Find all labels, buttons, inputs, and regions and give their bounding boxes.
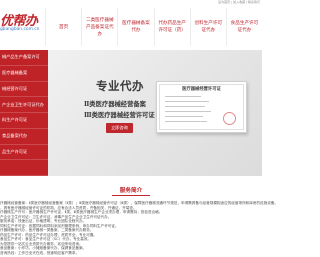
sidebar-item[interactable] bbox=[0, 160, 48, 176]
site-logo[interactable]: 优帮办 gbangban.com.cn bbox=[0, 10, 42, 40]
intro-line: 产企业卫生许可证：卫生许可证，消毒产品生产企业卫生许可证代办。 bbox=[0, 214, 112, 219]
certificate-line bbox=[165, 101, 209, 102]
hero-banner: 械产品生产备案许可 医疗器械备案 械经营许可证 产企业卫生许可证代办 料生产许可… bbox=[0, 50, 262, 176]
sidebar-item[interactable]: 产企业卫生许可证代办 bbox=[0, 97, 48, 113]
nav-item-drug-production-license[interactable]: 代办药品生产 许可证（药） bbox=[153, 8, 190, 46]
top-bar: 设为首页 | 加入收藏 | 联系我们 bbox=[0, 0, 262, 6]
certificate-line bbox=[165, 96, 201, 97]
intro-line: ，具有医疗器械经营许可证的机构，应有合法人员资质，齐备相关，开通证，开端查。 bbox=[0, 205, 137, 210]
nav-item-home[interactable]: 首页 bbox=[45, 8, 81, 46]
seal-icon bbox=[223, 112, 236, 125]
nav-item-class2-device-filing[interactable]: 二类医疗器械 产品备案证代 办 bbox=[81, 8, 117, 46]
top-links[interactable]: 设为首页 | 加入收藏 | 联系我们 bbox=[218, 0, 260, 4]
intro-line: 药品生产许可：药品生产许可证办理，资质齐全，专业可靠。 bbox=[0, 232, 98, 237]
license-certificate-image: 医疗器械经营许可证 bbox=[156, 81, 247, 133]
intro-line: 食品备案：小作坊、小摊贩备案代办，保健食品备案。 bbox=[0, 246, 87, 250]
intro-line: 食品生产许可：食品生产许可证（SC）代办，专业高效。 bbox=[0, 237, 92, 241]
intro-line: 服务承诺：快速出证，价格透明，专业团队全程代办。 bbox=[0, 219, 87, 223]
nav-item-device-filing[interactable]: 医疗器械备案 代办 bbox=[117, 8, 153, 46]
sidebar-item[interactable]: 械产品生产备案许可 bbox=[0, 50, 48, 66]
certificate-line bbox=[165, 121, 207, 122]
intro-line: 为您提供一站式企业资质代办服务，欢迎来电咨询。 bbox=[0, 241, 83, 246]
intro-line: 疗器械经营备案：Ⅱ类医疗器械经营备案（Ⅱ类）；Ⅲ类医疗器械经营许可证（Ⅲ类），保… bbox=[0, 201, 279, 205]
hero-title: 专业代办 bbox=[96, 79, 144, 93]
intro-line: 疗器械备案代办，医疗器械一类备案、二类备案代办服务。 bbox=[0, 228, 94, 232]
certificate-line bbox=[165, 116, 203, 117]
main-nav: 首页 二类医疗器械 产品备案证代 办 医疗器械备案 代办 代办药品生产 许可证（… bbox=[45, 8, 262, 46]
sidebar-item[interactable]: 械经营许可证 bbox=[0, 82, 48, 98]
consult-button[interactable]: 立即咨询 bbox=[106, 123, 133, 133]
sidebar-item[interactable]: 料生产许可证 bbox=[0, 113, 48, 129]
hero-subtitle-1: Ⅱ类医疗器械经营备案 bbox=[84, 101, 146, 108]
sidebar-item[interactable]: 医疗器械备案 bbox=[0, 66, 48, 82]
sidebar-item[interactable]: 食品备案代办 bbox=[0, 129, 48, 145]
sidebar-menu: 械产品生产备案许可 医疗器械备案 械经营许可证 产企业卫生许可证代办 料生产许可… bbox=[0, 50, 48, 176]
nav-item-feed-production-license[interactable]: 创料生产许可 证代办 bbox=[189, 8, 226, 46]
certificate-title: 医疗器械经营许可证 bbox=[182, 87, 221, 92]
certificate-line bbox=[165, 106, 205, 107]
section-title: 服务简介 bbox=[119, 188, 143, 194]
certificate-line bbox=[165, 111, 211, 112]
intro-line: 疗器械生产许可：医疗器械生产许可证，Ⅱ类、Ⅲ类医疗器械生产企业须办理，申请需持，… bbox=[0, 210, 163, 214]
nav-item-food-production-license[interactable]: 食品生产许可 证代办 bbox=[225, 8, 262, 46]
intro-line: 咨询热线：工作日全天在线，快速响应客户需求。 bbox=[0, 250, 80, 255]
hero-subtitle-2: Ⅲ类医疗器械经营许可证 bbox=[84, 112, 155, 119]
section-divider bbox=[112, 195, 150, 196]
sidebar-item[interactable]: 品生产许可证 bbox=[0, 145, 48, 161]
intro-line: 饲料生产许可证：依据饲料和饲料添加剂管理条例，申办饲料生产许可证。 bbox=[0, 223, 119, 228]
logo-url: gbangban.com.cn bbox=[0, 27, 40, 32]
